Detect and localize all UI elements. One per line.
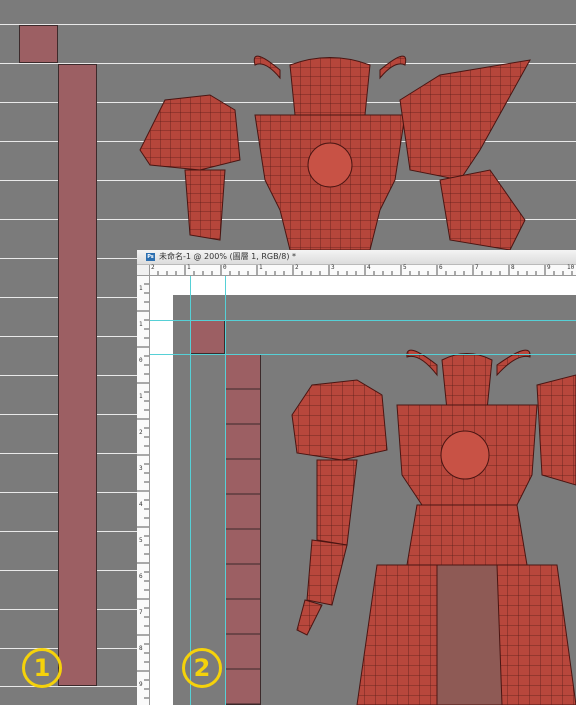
reference-column bbox=[58, 64, 97, 686]
vertical-ruler[interactable]: 1 1 0 1 2 3 4 5 6 7 8 9 bbox=[137, 265, 150, 705]
ruler-label: 9 bbox=[547, 264, 551, 271]
guide-horizontal[interactable] bbox=[150, 320, 576, 321]
guide-horizontal[interactable] bbox=[150, 354, 576, 355]
ruler-label: 7 bbox=[139, 609, 143, 616]
step-badge-two: 2 bbox=[182, 648, 222, 688]
ruler-ticks-left bbox=[137, 274, 149, 699]
document-title: 未命名-1 @ 200% (圖層 1, RGB/8) * bbox=[159, 252, 297, 261]
ruler-label: 2 bbox=[151, 264, 155, 271]
ruler-label: 10 bbox=[567, 264, 575, 271]
ruler-label: 7 bbox=[475, 264, 479, 271]
ruler-label: 1 bbox=[139, 285, 143, 292]
ruler-label: 9 bbox=[139, 681, 143, 688]
guide-line bbox=[0, 686, 137, 687]
guide-vertical[interactable] bbox=[190, 276, 191, 705]
ruler-label: 2 bbox=[139, 429, 143, 436]
horizontal-ruler[interactable]: 2 1 0 1 2 3 4 5 6 7 8 9 10 bbox=[149, 264, 576, 276]
ruler-label: 4 bbox=[367, 264, 371, 271]
ruler-label: 0 bbox=[139, 357, 143, 364]
ruler-label: 1 bbox=[259, 264, 263, 271]
ruler-label: 2 bbox=[295, 264, 299, 271]
ruler-origin-corner[interactable] bbox=[137, 265, 150, 276]
robot-model-top bbox=[139, 55, 531, 250]
document-title-bar[interactable]: Ps 未命名-1 @ 200% (圖層 1, RGB/8) * bbox=[137, 250, 576, 265]
reference-square bbox=[19, 25, 58, 63]
ruler-label: 3 bbox=[331, 264, 335, 271]
guide-line bbox=[0, 24, 576, 25]
ruler-label: 4 bbox=[139, 501, 143, 508]
ruler-label: 6 bbox=[439, 264, 443, 271]
ruler-label: 1 bbox=[139, 321, 143, 328]
ruler-label: 1 bbox=[187, 264, 191, 271]
photoshop-app-icon: Ps bbox=[146, 253, 155, 261]
photoshop-document-window: Ps 未命名-1 @ 200% (圖層 1, RGB/8) * 2 1 0 1 … bbox=[137, 250, 576, 705]
ruler-label: 0 bbox=[223, 264, 227, 271]
ruler-label: 8 bbox=[139, 645, 143, 652]
ruler-label: 5 bbox=[139, 537, 143, 544]
robot-model-canvas bbox=[291, 349, 576, 705]
canvas-column-divisions bbox=[225, 388, 261, 705]
guide-vertical[interactable] bbox=[225, 276, 226, 705]
step-badge-one: 1 bbox=[22, 648, 62, 688]
ruler-label: 5 bbox=[403, 264, 407, 271]
ruler-label: 1 bbox=[139, 393, 143, 400]
canvas-square bbox=[190, 320, 225, 354]
ruler-label: 6 bbox=[139, 573, 143, 580]
ruler-label: 3 bbox=[139, 465, 143, 472]
ruler-label: 8 bbox=[511, 264, 515, 271]
